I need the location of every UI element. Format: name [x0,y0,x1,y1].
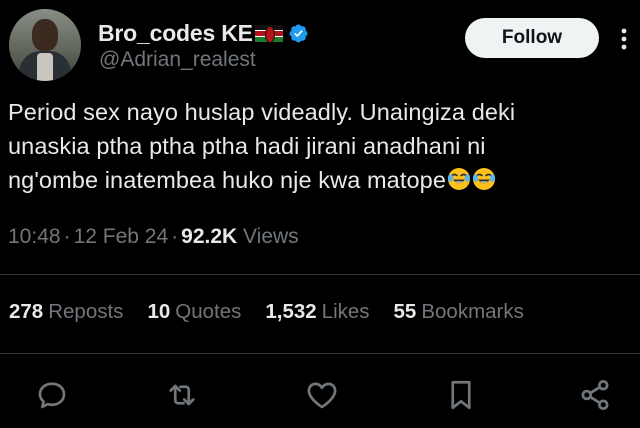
more-options-icon[interactable] [620,27,628,51]
avatar[interactable] [9,9,81,81]
like-button[interactable] [304,377,340,413]
reposts-stat[interactable]: 278 Reposts [9,300,123,324]
divider [0,274,640,275]
tweet-text-line-last: ng'ombe inatembea huko nje kwa matope [8,163,628,197]
repost-button[interactable] [164,377,200,413]
divider [0,353,640,354]
author-handle[interactable]: @Adrian_realest [99,48,256,72]
verified-badge-icon [289,24,308,42]
repost-icon [169,384,195,406]
like-icon [307,382,337,409]
likes-stat[interactable]: 1,532 Likes [265,300,369,324]
tweet-date[interactable]: 12 Feb 24 [74,225,169,248]
kenya-flag-icon [254,24,283,43]
reply-button[interactable] [34,377,70,413]
engagement-stats: 278 Reposts 10 Quotes 1,532 Likes 55 Bookmar… [9,300,548,324]
follow-button[interactable]: Follow [465,18,599,58]
bookmark-icon [451,380,471,410]
tweet-detail: Bro_codes KE @Adrian_realest Follow Peri… [0,0,640,428]
share-icon [581,380,609,410]
tweet-meta: 10:48 · 12 Feb 24 · 92.2K Views [8,225,299,248]
tweet-time[interactable]: 10:48 [8,225,61,248]
reply-icon [38,382,66,409]
quotes-stat[interactable]: 10 Quotes [147,300,241,324]
tweet-text-line: Period sex nayo huslap videadly. Unaingi… [8,99,516,125]
bookmarks-stat[interactable]: 55 Bookmarks [394,300,524,324]
face-with-tears-of-joy-icon [472,168,496,190]
tweet-text: Period sex nayo huslap videadly. Unaingi… [8,95,628,197]
share-button[interactable] [577,377,613,413]
tweet-text-line: unaskia ptha ptha ptha hadi jirani anadh… [8,133,486,159]
views-label: Views [243,225,299,248]
face-with-tears-of-joy-icon [447,168,471,190]
views-count: 92.2K [181,225,238,248]
author-name-row[interactable]: Bro_codes KE [98,19,309,47]
bookmark-button[interactable] [443,377,479,413]
action-bar [0,377,640,417]
display-name[interactable]: Bro_codes KE [98,20,253,47]
